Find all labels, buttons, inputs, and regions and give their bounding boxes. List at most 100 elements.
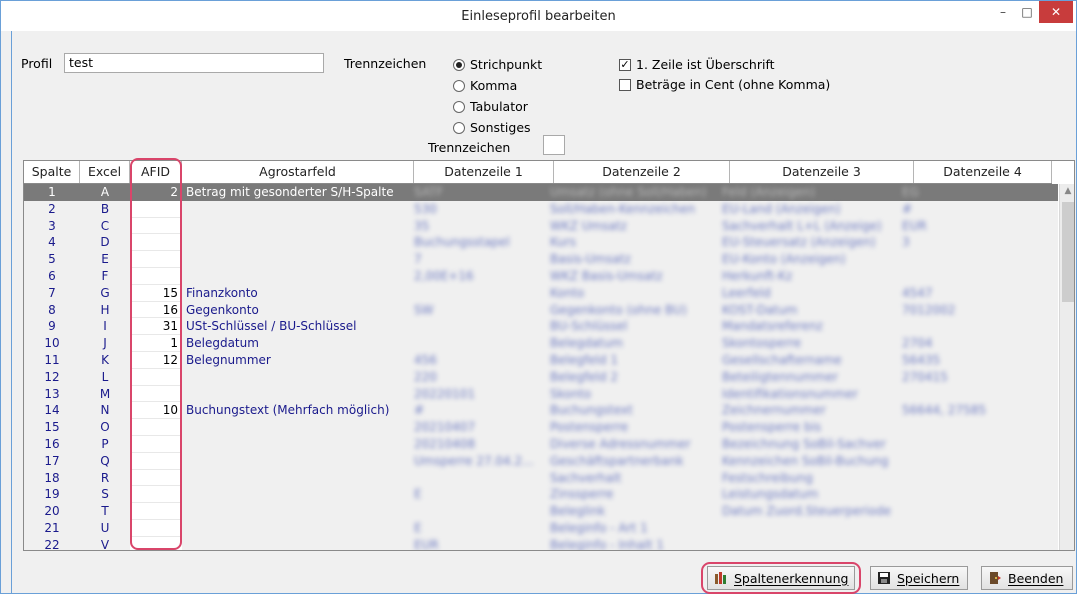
cell-datenzeile-3: Datum Zuord.Steuerperiode xyxy=(722,504,891,519)
cell-datenzeile-3: EU-Steuersatz (Anzeigen) xyxy=(722,235,876,250)
cell-spalte: 4 xyxy=(48,235,56,250)
close-button[interactable]: ✕ xyxy=(1039,1,1073,23)
radio-on-icon xyxy=(453,58,465,71)
beenden-button[interactable]: Beenden xyxy=(981,566,1073,590)
speichern-button[interactable]: Speichern xyxy=(870,566,968,590)
cell-afid[interactable]: 31 xyxy=(130,318,182,336)
table-row[interactable]: 7 G 15 Finanzkonto Konto Leerfeld 4547 xyxy=(24,284,1058,302)
cell-afid[interactable]: 12 xyxy=(130,351,182,369)
radio-off-icon xyxy=(453,79,465,92)
cell-afid[interactable] xyxy=(130,419,182,436)
maximize-button[interactable]: □ xyxy=(1016,1,1038,23)
scroll-up-icon[interactable]: ▲ xyxy=(1060,186,1074,196)
table-row[interactable]: 2 B 530 Soll/Haben-Kennzeichen EU-Land (Anze… xyxy=(24,200,1058,218)
cell-datenzeile-3: Leerfeld xyxy=(722,285,771,300)
cell-excel: R xyxy=(100,470,110,485)
table-row[interactable]: 22 V EUR Beleginfo - Inhalt 1 xyxy=(24,536,1058,551)
cell-afid[interactable]: 15 xyxy=(130,284,182,302)
header-afid[interactable]: AFID xyxy=(130,161,182,183)
cell-spalte: 15 xyxy=(44,420,60,435)
cell-spalte: 2 xyxy=(48,201,56,216)
cell-afid[interactable] xyxy=(130,217,182,235)
cell-afid[interactable] xyxy=(130,503,182,520)
cell-spalte: 17 xyxy=(44,453,60,468)
cell-afid[interactable] xyxy=(130,267,182,285)
cell-excel: S xyxy=(101,487,109,502)
cell-afid[interactable] xyxy=(130,469,182,487)
cell-datenzeile-4: 56644, 27585 xyxy=(902,403,986,418)
table-row[interactable]: 3 C 35 WKZ Umsatz Sachverhalt L+L (Anzeige) E… xyxy=(24,217,1058,235)
table-row[interactable]: 17 Q Umsperre 27.04.2... Geschäftspartnerba… xyxy=(24,452,1058,470)
vertical-scrollbar[interactable]: ▲ xyxy=(1059,184,1074,550)
cell-afid[interactable] xyxy=(130,368,182,386)
cell-afid[interactable]: 2 xyxy=(130,184,182,201)
cell-datenzeile-3: Leistungsdatum xyxy=(722,487,819,502)
table-row[interactable]: 19 S E Zinssperre Leistungsdatum xyxy=(24,486,1058,504)
table-row[interactable]: 21 U E Beleginfo - Art 1 xyxy=(24,519,1058,537)
cell-datenzeile-3: Skontosperre xyxy=(722,336,802,351)
table-row[interactable]: 18 R Sachverhalt Festschreibung xyxy=(24,469,1058,487)
cell-afid[interactable] xyxy=(130,486,182,504)
cell-afid[interactable]: 10 xyxy=(130,402,182,420)
table-row[interactable]: 4 D Buchungsstapel Kurs EU-Steuersatz (Anzei… xyxy=(24,234,1058,252)
cell-afid[interactable] xyxy=(130,200,182,218)
table-row[interactable]: 8 H 16 Gegenkonto SW Gegenkonto (ohne BU) KOST… xyxy=(24,301,1058,319)
table-row[interactable]: 11 K 12 Belegnummer 456 Belegfeld 1 Gesellscha… xyxy=(24,351,1058,369)
profil-input[interactable]: test xyxy=(64,53,324,73)
table-row[interactable]: 16 P 20210408 Diverse Adressnummer Bezeichnu… xyxy=(24,435,1058,453)
cell-afid[interactable] xyxy=(130,234,182,252)
header-datenzeile-3[interactable]: Datenzeile 3 xyxy=(730,161,914,183)
table-row[interactable]: 5 E 7 Basis-Umsatz EU-Konto (Anzeigen) xyxy=(24,251,1058,268)
cell-datenzeile-4 xyxy=(898,470,1036,487)
cell-datenzeile-1: # xyxy=(414,403,425,418)
cell-datenzeile-2: Beleginfo - Art 1 xyxy=(550,520,648,535)
table-row[interactable]: 6 F 2,00E+16 WKZ Basis-Umsatz Herkunft-Kz xyxy=(24,267,1058,285)
header-agrostarfeld[interactable]: Agrostarfeld xyxy=(182,161,414,183)
checkbox-cents[interactable]: Beträge in Cent (ohne Komma) xyxy=(619,77,830,92)
cell-datenzeile-1: SW xyxy=(414,302,434,317)
cell-excel: V xyxy=(100,537,110,551)
cell-datenzeile-3: Postensperre bis xyxy=(722,420,822,435)
cell-datenzeile-2: Kurs xyxy=(550,235,577,250)
cell-afid[interactable] xyxy=(130,536,182,550)
cell-agrostarfeld xyxy=(182,234,410,251)
header-datenzeile-4[interactable]: Datenzeile 4 xyxy=(914,161,1052,183)
header-spalte[interactable]: Spalte xyxy=(24,161,80,183)
cell-datenzeile-4 xyxy=(898,503,1036,520)
cell-agrostarfeld xyxy=(182,453,410,470)
cell-afid[interactable] xyxy=(130,435,182,453)
cell-agrostarfeld: Finanzkonto xyxy=(186,285,258,300)
header-excel[interactable]: Excel xyxy=(80,161,130,183)
spaltenerkennung-button[interactable]: Spaltenerkennung xyxy=(707,566,855,590)
cell-afid[interactable] xyxy=(130,385,182,403)
table-row[interactable]: 1 A 2 Betrag mit gesonderter S/H-Spalte SATF… xyxy=(24,184,1058,201)
scroll-thumb[interactable] xyxy=(1062,202,1074,302)
cell-datenzeile-3: EU-Land (Anzeigen) xyxy=(722,201,841,216)
minimize-button[interactable]: – xyxy=(992,1,1014,23)
header-datenzeile-1[interactable]: Datenzeile 1 xyxy=(414,161,554,183)
cell-afid[interactable] xyxy=(130,452,182,470)
cell-afid[interactable] xyxy=(130,251,182,268)
table-row[interactable]: 14 N 10 Buchungstext (Mehrfach möglich) # Buc… xyxy=(24,402,1058,420)
radio-sonstiges[interactable]: Sonstiges xyxy=(453,120,531,135)
cell-datenzeile-1 xyxy=(410,503,546,520)
table-row[interactable]: 20 T Beleglink Datum Zuord.Steuerperiode xyxy=(24,503,1058,520)
cell-afid[interactable] xyxy=(130,519,182,537)
checkbox-first-row-header[interactable]: ✓ 1. Zeile ist Überschrift xyxy=(619,57,775,72)
radio-tabulator[interactable]: Tabulator xyxy=(453,99,528,114)
cell-afid[interactable]: 1 xyxy=(130,335,182,352)
cell-datenzeile-4 xyxy=(898,537,1036,550)
table-row[interactable]: 10 J 1 Belegdatum Belegdatum Skontosperre 2704 xyxy=(24,335,1058,352)
header-datenzeile-2[interactable]: Datenzeile 2 xyxy=(554,161,730,183)
cell-datenzeile-3: Feld (Anzeigen) xyxy=(722,185,816,199)
custom-separator-input[interactable] xyxy=(543,135,565,155)
cell-excel: T xyxy=(101,504,109,519)
table-row[interactable]: 9 I 31 USt-Schlüssel / BU-Schlüssel BU-Schlü… xyxy=(24,318,1058,336)
radio-strichpunkt[interactable]: Strichpunkt xyxy=(453,57,542,72)
cell-datenzeile-1: 20220101 xyxy=(414,386,476,401)
table-row[interactable]: 15 O 20210407 Postensperre Postensperre bis xyxy=(24,419,1058,436)
table-row[interactable]: 13 M 20220101 Skonto Identifikationsnummer xyxy=(24,385,1058,403)
cell-afid[interactable]: 16 xyxy=(130,301,182,319)
radio-komma[interactable]: Komma xyxy=(453,78,517,93)
table-row[interactable]: 12 L 220 Belegfeld 2 Beteiligtennummer 270415 xyxy=(24,368,1058,386)
